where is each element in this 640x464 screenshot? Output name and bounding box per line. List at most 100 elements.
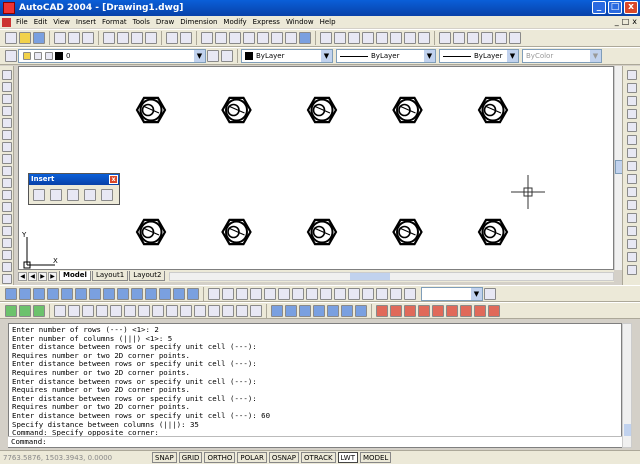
tool-palettes-icon[interactable] [285, 32, 297, 44]
chevron-down-icon[interactable]: ▼ [424, 50, 435, 62]
color-dropdown[interactable]: ByLayer ▼ [241, 49, 333, 63]
previous-tab-button[interactable]: ◀ [28, 271, 37, 281]
gouraud-shaded-icon[interactable] [327, 304, 339, 317]
chevron-down-icon[interactable]: ▼ [507, 50, 518, 62]
zoom-center-icon[interactable] [390, 32, 402, 44]
offset-faces-icon[interactable] [82, 304, 94, 317]
menu-help[interactable]: Help [320, 18, 336, 26]
region-icon[interactable] [1, 250, 12, 260]
offset-icon[interactable] [626, 109, 637, 119]
scroll-thumb[interactable] [350, 272, 391, 280]
zoom-scale-icon[interactable] [376, 32, 388, 44]
3d-swivel-icon[interactable] [432, 304, 444, 317]
ole-object-icon[interactable] [84, 189, 96, 201]
radius-dimension-icon[interactable] [250, 287, 262, 300]
chevron-down-icon[interactable]: ▼ [194, 50, 205, 62]
save-icon[interactable] [33, 32, 45, 44]
make-object-layer-current-icon[interactable] [207, 50, 219, 62]
lineweight-dropdown[interactable]: ByLayer ▼ [439, 49, 519, 63]
flat-shaded-edges-icon[interactable] [341, 304, 353, 317]
front-clip-icon[interactable] [474, 304, 486, 317]
new-icon[interactable] [5, 32, 17, 44]
rotate-icon[interactable] [626, 148, 637, 158]
zoom-all-icon[interactable] [348, 32, 360, 44]
doc-minimize-button[interactable]: _ [615, 17, 619, 26]
gouraud-edges-icon[interactable] [355, 304, 367, 317]
copy-edges-icon[interactable] [166, 304, 178, 317]
copy-icon[interactable] [117, 32, 129, 44]
insert-toolbar-close-button[interactable]: x [109, 175, 118, 184]
dimension-text-edit-icon[interactable] [390, 287, 402, 300]
3d-zoom-icon[interactable] [404, 304, 416, 317]
ellipse-arc-icon[interactable] [1, 190, 12, 200]
layer-dropdown[interactable]: 0 ▼ [18, 49, 206, 63]
angular-dimension-icon[interactable] [278, 287, 290, 300]
union-icon[interactable] [5, 304, 17, 317]
sphere-icon[interactable] [453, 32, 465, 44]
osnap-toggle[interactable]: OSNAP [268, 452, 300, 463]
move-faces-icon[interactable] [68, 304, 80, 317]
construction-line-icon[interactable] [1, 82, 12, 92]
rectangle-icon[interactable] [1, 118, 12, 128]
menu-modify[interactable]: Modify [223, 18, 246, 26]
hex-nut[interactable] [306, 96, 338, 124]
solid-box-icon[interactable] [5, 287, 17, 300]
minimize-button[interactable]: _ [592, 1, 606, 14]
zoom-out-icon[interactable] [334, 32, 346, 44]
layer-previous-icon[interactable] [221, 50, 233, 62]
dimension-style-icon[interactable] [484, 287, 496, 300]
menu-express[interactable]: Express [253, 18, 280, 26]
copy-faces-icon[interactable] [138, 304, 150, 317]
3d-studio-icon[interactable] [101, 189, 113, 201]
command-scrollbar[interactable] [622, 323, 632, 448]
tab-layout1[interactable]: Layout1 [91, 271, 129, 281]
setup-view-icon[interactable] [173, 287, 185, 300]
setup-profile-icon[interactable] [187, 287, 199, 300]
flat-shaded-icon[interactable] [313, 304, 325, 317]
menu-format[interactable]: Format [102, 18, 127, 26]
table-icon[interactable] [1, 262, 12, 272]
solid-wedge-icon[interactable] [61, 287, 73, 300]
cylinder-icon[interactable] [467, 32, 479, 44]
extend-icon[interactable] [626, 200, 637, 210]
multiline-text-icon[interactable] [1, 274, 12, 284]
3d-distance-icon[interactable] [418, 304, 430, 317]
taper-faces-icon[interactable] [124, 304, 136, 317]
3d-orbit-icon[interactable] [376, 304, 388, 317]
color-edges-icon[interactable] [180, 304, 192, 317]
hex-nut[interactable] [221, 96, 252, 124]
grid-toggle[interactable]: GRID [178, 452, 203, 463]
hex-nut[interactable] [306, 218, 338, 246]
document-icon[interactable] [2, 17, 11, 27]
revision-cloud-icon[interactable] [1, 154, 12, 164]
clean-icon[interactable] [208, 304, 220, 317]
line-icon[interactable] [1, 70, 12, 80]
zoom-extents-icon[interactable] [362, 32, 374, 44]
quick-leader-icon[interactable] [334, 287, 346, 300]
check-icon[interactable] [250, 304, 262, 317]
subtract-icon[interactable] [19, 304, 31, 317]
print-preview-icon[interactable] [68, 32, 80, 44]
make-block-icon[interactable] [1, 214, 12, 224]
delete-faces-icon[interactable] [96, 304, 108, 317]
command-input[interactable]: Command: [8, 436, 622, 447]
paste-icon[interactable] [131, 32, 143, 44]
section-icon[interactable] [131, 287, 143, 300]
array-icon[interactable] [626, 122, 637, 132]
scroll-thumb[interactable] [624, 424, 631, 436]
cone-icon[interactable] [481, 32, 493, 44]
hatch-icon[interactable] [1, 238, 12, 248]
setup-drawing-icon[interactable] [159, 287, 171, 300]
solid-cone-icon[interactable] [47, 287, 59, 300]
dimension-update-icon[interactable] [404, 287, 416, 300]
zoom-object-icon[interactable] [404, 32, 416, 44]
stretch-icon[interactable] [626, 174, 637, 184]
menu-tools[interactable]: Tools [133, 18, 150, 26]
hex-nut[interactable] [221, 218, 252, 246]
hex-nut[interactable] [477, 96, 509, 124]
hex-nut[interactable] [477, 218, 509, 246]
quick-dimension-icon[interactable] [292, 287, 304, 300]
zoom-realtime-icon[interactable] [215, 32, 227, 44]
drawing-canvas[interactable]: YX [19, 67, 614, 270]
help-icon[interactable] [299, 32, 311, 44]
